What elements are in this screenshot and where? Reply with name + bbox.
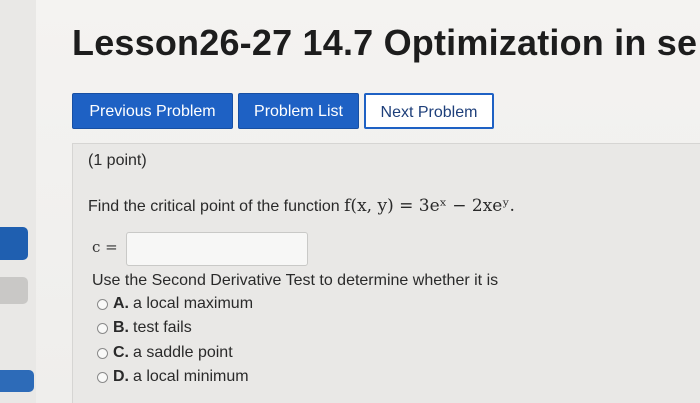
radio-button-icon[interactable] bbox=[97, 298, 108, 310]
option-d[interactable]: D. a local minimum bbox=[97, 367, 249, 387]
critical-point-input[interactable] bbox=[126, 232, 308, 266]
option-text: test fails bbox=[133, 319, 192, 336]
function-expression: f(x, y) = 3eˣ − 2xeʸ. bbox=[344, 196, 515, 216]
answer-label: c = bbox=[92, 238, 118, 256]
sidebar-tab-gray[interactable] bbox=[0, 277, 28, 304]
problem-points: (1 point) bbox=[88, 152, 147, 169]
sidebar-tab-blue[interactable] bbox=[0, 227, 28, 260]
option-a[interactable]: A. a local maximum bbox=[97, 294, 253, 314]
option-letter: D. bbox=[113, 368, 129, 385]
instruction-text: Use the Second Derivative Test to determ… bbox=[92, 272, 499, 289]
option-b[interactable]: B. test fails bbox=[97, 318, 192, 338]
option-letter: C. bbox=[113, 344, 129, 361]
problem-prompt: Find the critical point of the function … bbox=[88, 196, 515, 216]
page: Lesson26-27 14.7 Optimization in se Prev… bbox=[0, 0, 700, 403]
option-text: a local minimum bbox=[133, 368, 249, 385]
prompt-text: Find the critical point of the function bbox=[88, 198, 345, 215]
option-letter: A. bbox=[113, 295, 129, 312]
next-problem-button[interactable]: Next Problem bbox=[364, 93, 494, 129]
page-title: Lesson26-27 14.7 Optimization in se bbox=[72, 22, 698, 63]
option-letter: B. bbox=[113, 319, 129, 336]
option-text: a saddle point bbox=[133, 344, 233, 361]
previous-problem-button[interactable]: Previous Problem bbox=[72, 93, 233, 129]
left-sidebar-edge bbox=[0, 0, 36, 403]
radio-button-icon[interactable] bbox=[97, 322, 108, 334]
problem-list-button[interactable]: Problem List bbox=[238, 93, 359, 129]
radio-button-icon[interactable] bbox=[97, 371, 108, 383]
sidebar-tab-blue-lower[interactable] bbox=[0, 370, 34, 392]
option-c[interactable]: C. a saddle point bbox=[97, 343, 233, 363]
radio-button-icon[interactable] bbox=[97, 347, 108, 359]
option-text: a local maximum bbox=[133, 295, 254, 312]
